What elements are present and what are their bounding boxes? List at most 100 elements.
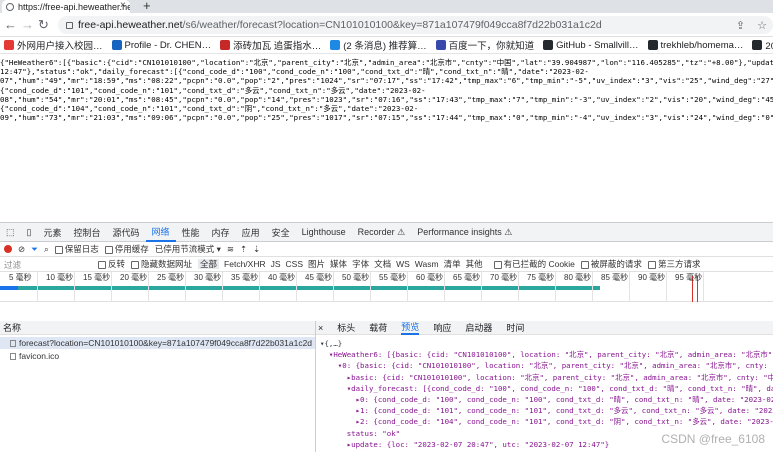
detail-tab[interactable]: 启动器: [465, 321, 492, 334]
type-filter-button[interactable]: 全部: [198, 259, 220, 269]
tree-node[interactable]: ▾HeWeather6: [{basic: {cid: "CN101010100…: [320, 349, 773, 360]
bookmark-item[interactable]: GitHub - Smallvill…: [543, 40, 639, 51]
bookmark-item[interactable]: 添砖加瓦 追蛋指水…: [220, 38, 321, 52]
timeline-tick-label: 80 毫秒: [564, 273, 592, 282]
reload-icon[interactable]: ↻: [38, 17, 49, 33]
search-icon[interactable]: ⌕: [44, 244, 49, 255]
detail-tab[interactable]: 标头: [337, 321, 355, 334]
address-bar[interactable]: free-api.heweather.net/s6/weather/foreca…: [58, 16, 773, 34]
bookmark-item[interactable]: 百度一下，你就知道: [435, 38, 534, 52]
preserve-log-checkbox[interactable]: 保留日志: [54, 243, 99, 255]
tree-node[interactable]: ▾{,…}: [320, 338, 773, 349]
timeline-tick-label: 90 毫秒: [638, 273, 666, 282]
type-filter-button[interactable]: 其他: [466, 259, 483, 269]
request-row-favicon[interactable]: favicon.ico: [0, 350, 315, 362]
bookmark-star-icon[interactable]: ☆: [757, 19, 767, 32]
browser-tab[interactable]: https://free-api.heweather.ne: [2, 0, 130, 13]
bookmark-item[interactable]: 外网用户接入校园…: [4, 38, 103, 52]
bookmarks-bar: 外网用户接入校园… Profile - Dr. CHEN… 添砖加瓦 追蛋指水… (2…: [0, 37, 773, 54]
detail-tab[interactable]: 响应: [433, 321, 451, 334]
devtools-tab[interactable]: 性能: [176, 226, 206, 239]
tree-node[interactable]: ▾daily_forecast: [{cond_code_d: "100", c…: [320, 383, 773, 394]
throttling-select[interactable]: 已停用节流模式 ▾: [155, 243, 221, 255]
devtools-tab[interactable]: 元素: [37, 226, 67, 239]
type-filter-button[interactable]: 字体: [352, 259, 369, 269]
wifi-icon[interactable]: ≋: [227, 244, 234, 255]
devtools-tab[interactable]: 内存: [206, 226, 236, 239]
bookmark-item[interactable]: trekhleb/homema…: [647, 40, 743, 51]
devtools-tab[interactable]: 安全: [266, 226, 296, 239]
network-filter-bar: 过滤 反转 隐藏数据网址 全部 Fetch/XHR JS CSS 图片 媒体 字体 文档 WS W…: [0, 257, 773, 272]
disable-cache-checkbox[interactable]: 停用缓存: [104, 243, 149, 255]
timeline-gridline: [555, 272, 556, 302]
hide-data-urls-checkbox[interactable]: 隐藏数据网址: [131, 258, 192, 270]
timeline-gridline: [74, 272, 75, 302]
type-filter-button[interactable]: Fetch/XHR: [224, 259, 266, 269]
detail-tab[interactable]: 时间: [506, 321, 524, 334]
type-filter-button[interactable]: CSS: [286, 259, 303, 269]
timeline-gridline: [185, 272, 186, 302]
tree-node[interactable]: ▸2: {cond_code_d: "104", cond_code_n: "1…: [320, 416, 773, 427]
type-filter-button[interactable]: 媒体: [330, 259, 347, 269]
type-filter-button[interactable]: Wasm: [415, 259, 439, 269]
devtools-tab[interactable]: 源代码: [107, 226, 146, 239]
request-row-forecast[interactable]: forecast?location=CN101010100&key=871a10…: [0, 337, 315, 349]
timeline-tick-label: 5 毫秒: [9, 273, 32, 282]
lock-icon[interactable]: [66, 21, 73, 29]
timeline-gridline: [296, 272, 297, 302]
clear-icon[interactable]: ⊘: [18, 244, 25, 255]
back-icon[interactable]: ←: [4, 17, 17, 32]
import-icon[interactable]: ⇡: [240, 244, 247, 255]
type-filter-button[interactable]: 图片: [308, 259, 325, 269]
blocked-requests-checkbox[interactable]: 被屏蔽的请求: [580, 258, 642, 270]
bookmark-item[interactable]: 2018中国高校计算…: [752, 38, 773, 52]
type-filter-button[interactable]: 清单: [444, 259, 461, 269]
new-tab-button[interactable]: +: [143, 0, 151, 13]
close-detail-icon[interactable]: ×: [318, 323, 323, 333]
network-toolbar: ⊘ ⏷ ⌕ 保留日志 停用缓存 已停用节流模式 ▾ ≋ ⇡ ⇣: [0, 242, 773, 257]
filter-icon[interactable]: ⏷: [31, 244, 38, 255]
bookmark-item[interactable]: (2 条消息) 推荐算…: [330, 38, 427, 52]
panel-divider[interactable]: [315, 321, 316, 452]
timeline-tick-label: 40 毫秒: [268, 273, 296, 282]
timeline-gridline: [222, 272, 223, 302]
blocked-cookies-checkbox[interactable]: 有已拦截的 Cookie: [493, 258, 575, 270]
timeline-tick-label: 70 毫秒: [490, 273, 518, 282]
close-tab-icon[interactable]: ×: [120, 0, 126, 11]
forward-icon[interactable]: →: [21, 17, 34, 32]
detail-tab[interactable]: 预览: [401, 321, 420, 335]
timeline-tick-label: 60 毫秒: [416, 273, 444, 282]
device-toolbar-icon[interactable]: ▯: [21, 227, 38, 238]
type-filter-button[interactable]: WS: [396, 259, 410, 269]
devtools-tab[interactable]: Performance insights ⚠: [411, 227, 518, 238]
devtools-tab[interactable]: 控制台: [67, 226, 106, 239]
type-filter-button[interactable]: 文档: [374, 259, 391, 269]
tree-node[interactable]: ▸basic: {cid: "CN101010100", location: "…: [320, 372, 773, 383]
third-party-checkbox[interactable]: 第三方请求: [647, 258, 700, 270]
record-icon[interactable]: [4, 245, 12, 253]
devtools-tab[interactable]: Recorder ⚠: [352, 227, 412, 238]
devtools-tab[interactable]: Lighthouse: [296, 227, 352, 237]
tree-node[interactable]: ▸0: {cond_code_d: "100", cond_code_n: "1…: [320, 394, 773, 405]
invert-checkbox[interactable]: 反转: [98, 258, 125, 270]
export-icon[interactable]: ⇣: [253, 244, 260, 255]
type-filter-button[interactable]: JS: [271, 259, 281, 269]
tree-node[interactable]: ▸1: {cond_code_d: "101", cond_code_n: "1…: [320, 405, 773, 416]
timeline-tick-label: 20 毫秒: [120, 273, 148, 282]
inspect-icon[interactable]: ⬚: [0, 227, 21, 238]
bookmark-item[interactable]: Profile - Dr. CHEN…: [111, 40, 211, 51]
names-column-header[interactable]: 名称: [0, 321, 315, 335]
devtools-tab[interactable]: 应用: [236, 226, 266, 239]
timeline-tick-label: 85 毫秒: [601, 273, 629, 282]
timeline-gridline: [370, 272, 371, 302]
share-icon[interactable]: ⇪: [736, 19, 745, 32]
filter-input[interactable]: 过滤: [4, 259, 92, 270]
detail-tab[interactable]: 载荷: [369, 321, 387, 334]
devtools-tab[interactable]: 网络: [145, 223, 176, 242]
timeline-tick-label: 95 毫秒: [675, 273, 703, 282]
timeline-tick-label: 50 毫秒: [342, 273, 370, 282]
page-json-text: {"HeWeather6":[{"basic":{"cid":"CN101010…: [0, 58, 773, 218]
timeline-gridline: [333, 272, 334, 302]
tree-node[interactable]: ▾0: {basic: {cid: "CN101010100", locatio…: [320, 360, 773, 371]
timeline-tick-label: 25 毫秒: [157, 273, 185, 282]
